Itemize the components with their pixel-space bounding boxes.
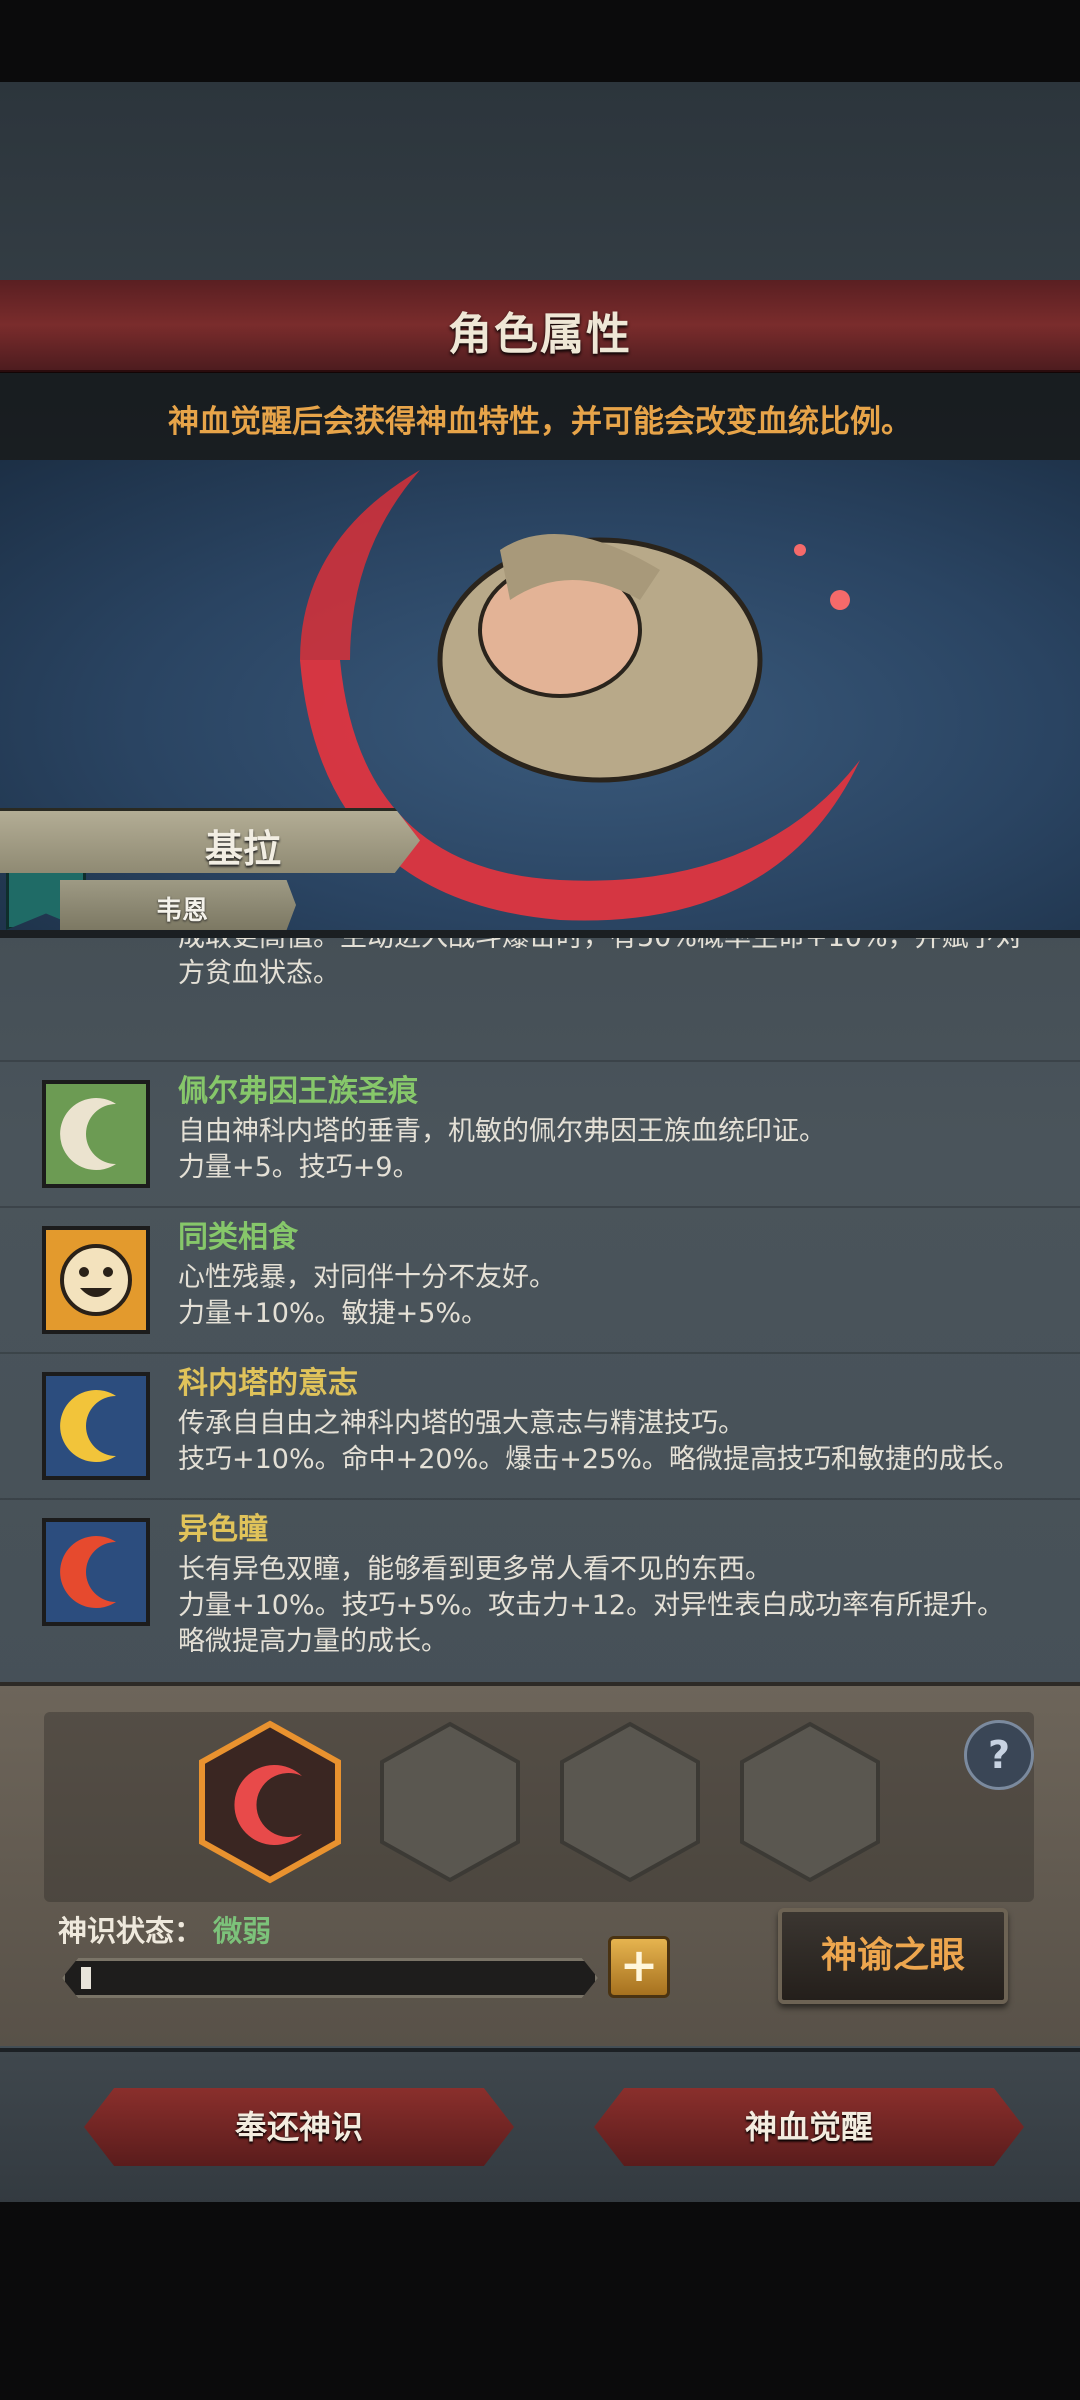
- trait-name: 佩尔弗因王族圣痕: [178, 1074, 418, 1109]
- blood-awaken-button[interactable]: 神血觉醒: [594, 2088, 1024, 2166]
- divider: [0, 1206, 1080, 1208]
- slot-row: [199, 1720, 880, 1884]
- gold-crescent-icon: [42, 1372, 150, 1480]
- trait-desc: 长有异色双瞳，能够看到更多常人看不见的东西。 力量+10%。技巧+5%。攻击力+…: [178, 1552, 1004, 1660]
- trait-desc: 传承自自由之神科内塔的强大意志与精湛技巧。 技巧+10%。命中+20%。爆击+2…: [178, 1406, 1020, 1478]
- add-button[interactable]: +: [608, 1936, 670, 1998]
- trait-name: 异色瞳: [178, 1512, 268, 1547]
- trait-desc-line: 力量+10%。敏捷+5%。: [178, 1298, 489, 1329]
- trait-desc-line: 自由神科内塔的垂青，机敏的佩尔弗因王族血统印证。: [178, 1116, 826, 1147]
- character-family: 韦恩: [156, 896, 209, 926]
- title-bar: 角色属性: [0, 280, 1080, 373]
- notice-text: 神血觉醒后会获得神血特性，并可能会改变血统比例。: [168, 404, 912, 440]
- slot-empty[interactable]: [560, 1721, 700, 1883]
- trait-desc-line: 力量+10%。技巧+5%。攻击力+12。对异性表白成功率有所提升。: [178, 1590, 1005, 1621]
- progress-fill: [81, 1967, 91, 1989]
- trait-desc-line: 心性残暴，对同伴十分不友好。: [178, 1262, 556, 1293]
- slot-empty[interactable]: [380, 1721, 520, 1883]
- red-crescent-icon: [42, 1518, 150, 1626]
- divider: [0, 1498, 1080, 1500]
- oracle-eye-button[interactable]: 神谕之眼: [778, 1908, 1008, 2004]
- divider: [0, 1060, 1080, 1062]
- portrait-divider: [0, 930, 1080, 938]
- character-name: 基拉: [205, 827, 282, 871]
- status-value: 微弱: [213, 1914, 272, 1948]
- trait-desc: 自由神科内塔的垂青，机敏的佩尔弗因王族血统印证。 力量+5。技巧+9。: [178, 1114, 826, 1186]
- slot-empty[interactable]: [740, 1721, 880, 1883]
- trait-desc: 心性残暴，对同伴十分不友好。 力量+10%。敏捷+5%。: [178, 1260, 556, 1332]
- trait-desc-line: 力量+5。技巧+9。: [178, 1152, 420, 1183]
- trait-list[interactable]: 成取更高值。主动进入战斗爆击时，有50%概率生命+10%，并赋予对 方贫血状态。…: [0, 938, 1080, 1683]
- return-sense-button[interactable]: 奉还神识: [84, 2088, 514, 2166]
- slot-active[interactable]: [199, 1720, 341, 1884]
- trait-desc-line: 长有异色双瞳，能够看到更多常人看不见的东西。: [178, 1554, 772, 1585]
- green-crescent-icon: [42, 1080, 150, 1188]
- intro-line: 方贫血状态。: [178, 958, 340, 989]
- status-row: 神识状态： 微弱: [58, 1908, 271, 1950]
- trait-name: 同类相食: [178, 1220, 298, 1255]
- trait-desc-line: 传承自自由之神科内塔的强大意志与精湛技巧。: [178, 1408, 745, 1439]
- bottom-spacer: [0, 2202, 1080, 2400]
- smiley-face-icon: [42, 1226, 150, 1334]
- divine-sense-progress: [62, 1958, 598, 1998]
- trait-intro-text: 成取更高值。主动进入战斗爆击时，有50%概率生命+10%，并赋予对 方贫血状态。: [178, 938, 1058, 992]
- trait-name: 科内塔的意志: [178, 1366, 358, 1401]
- help-button[interactable]: ?: [964, 1720, 1034, 1790]
- trait-desc-line: 技巧+10%。命中+20%。爆击+25%。略微提高技巧和敏捷的成长。: [178, 1444, 1020, 1475]
- page-title: 角色属性: [448, 309, 632, 360]
- trait-desc-line: 略微提高力量的成长。: [178, 1626, 448, 1657]
- notice-banner: 神血觉醒后会获得神血特性，并可能会改变血统比例。: [0, 372, 1080, 460]
- divider: [0, 1352, 1080, 1354]
- intro-line: 成取更高值。主动进入战斗爆击时，有50%概率生命+10%，并赋予对: [178, 938, 1058, 956]
- status-label: 神识状态：: [58, 1914, 204, 1948]
